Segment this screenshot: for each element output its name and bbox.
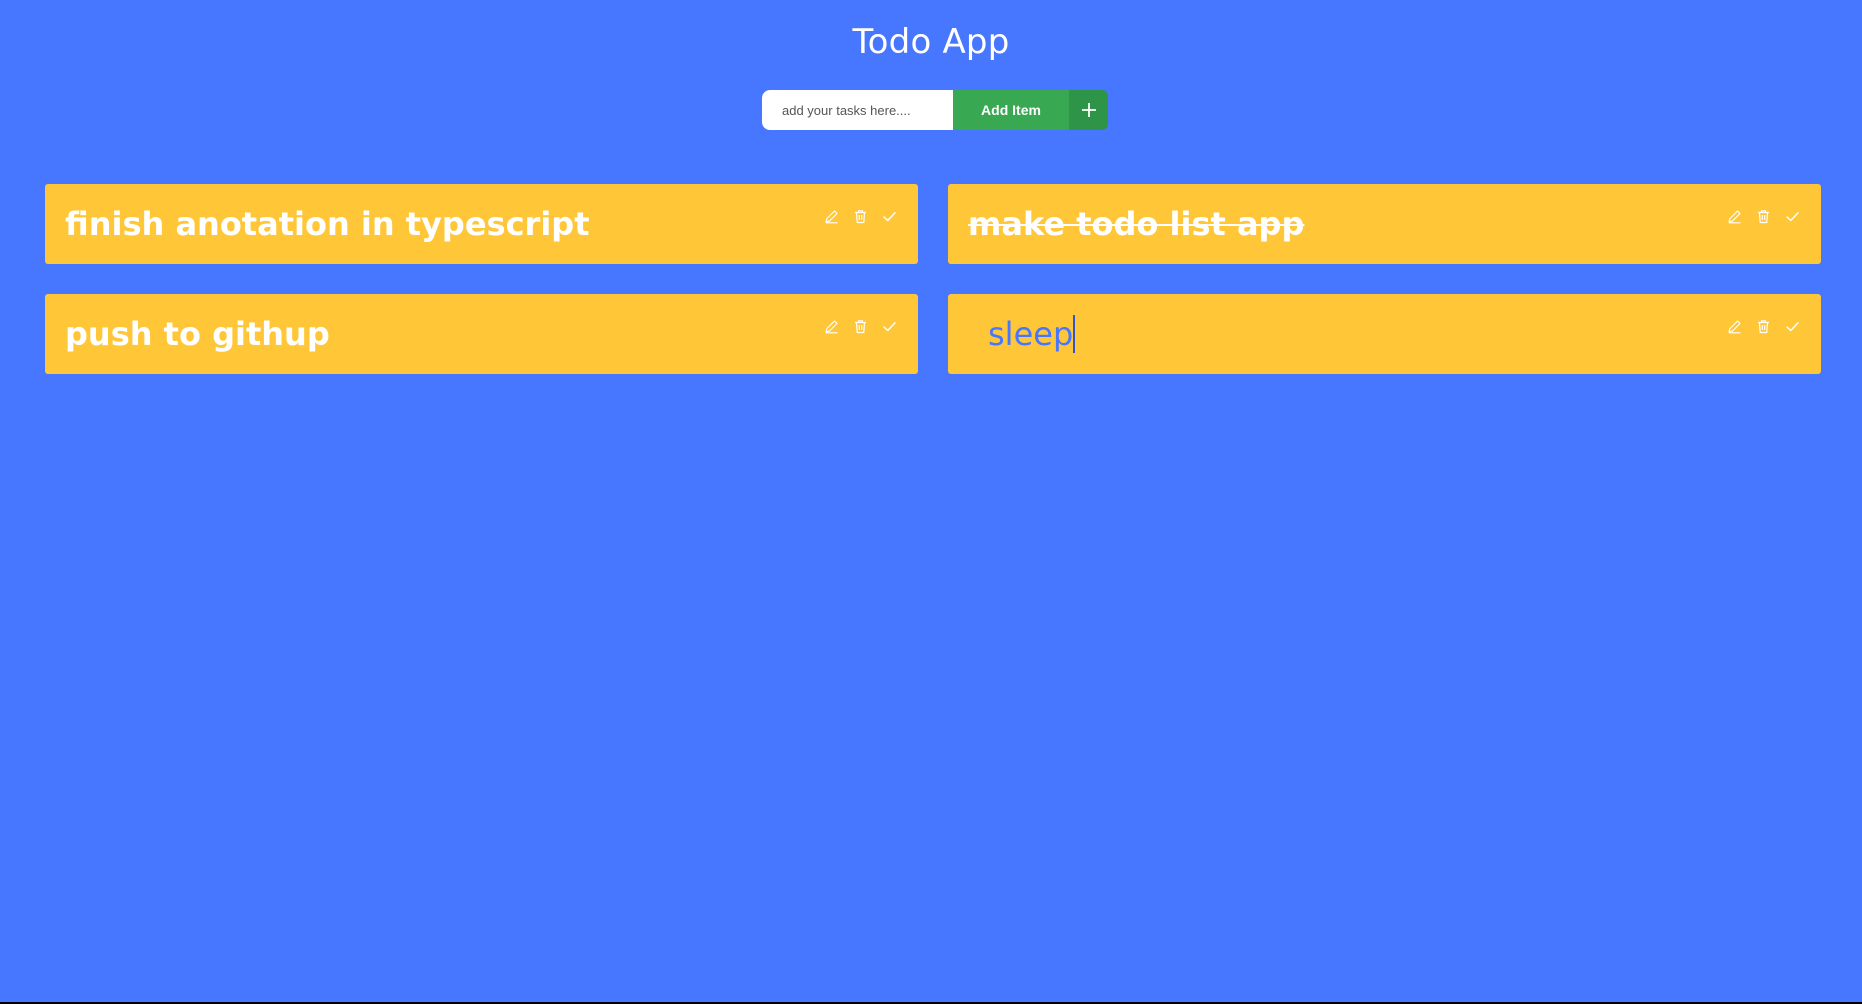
- trash-icon[interactable]: [852, 318, 869, 335]
- check-icon[interactable]: [1784, 208, 1801, 225]
- todo-actions: [1726, 208, 1801, 225]
- todo-edit-field[interactable]: sleep: [988, 315, 1076, 353]
- check-icon[interactable]: [881, 318, 898, 335]
- text-caret: [1073, 315, 1076, 353]
- trash-icon[interactable]: [1755, 208, 1772, 225]
- todo-actions: [823, 208, 898, 225]
- todo-text: finish anotation in typescript: [65, 205, 590, 243]
- edit-icon[interactable]: [823, 318, 840, 335]
- todo-text-completed: make todo list app: [968, 205, 1305, 243]
- edit-icon[interactable]: [1726, 208, 1743, 225]
- todo-actions: [823, 318, 898, 335]
- check-icon[interactable]: [1784, 318, 1801, 335]
- todo-item: finish anotation in typescript: [45, 184, 918, 264]
- todo-text: push to githup: [65, 315, 330, 353]
- page-title: Todo App: [852, 22, 1010, 62]
- todo-list: finish anotation in typescript make todo…: [45, 184, 1821, 374]
- edit-icon[interactable]: [1726, 318, 1743, 335]
- check-icon[interactable]: [881, 208, 898, 225]
- todo-item: make todo list app: [948, 184, 1821, 264]
- trash-icon[interactable]: [1755, 318, 1772, 335]
- add-task-form: Add Item: [762, 90, 1108, 130]
- add-item-button[interactable]: Add Item: [953, 90, 1069, 130]
- todo-item: push to githup: [45, 294, 918, 374]
- todo-actions: [1726, 318, 1801, 335]
- todo-item-editing: sleep: [948, 294, 1821, 374]
- edit-icon[interactable]: [823, 208, 840, 225]
- task-input[interactable]: [762, 90, 953, 130]
- plus-icon[interactable]: [1069, 90, 1108, 130]
- todo-edit-value[interactable]: sleep: [988, 315, 1073, 353]
- todo-app: Todo App Add Item finish anotation in ty…: [0, 0, 1862, 1002]
- trash-icon[interactable]: [852, 208, 869, 225]
